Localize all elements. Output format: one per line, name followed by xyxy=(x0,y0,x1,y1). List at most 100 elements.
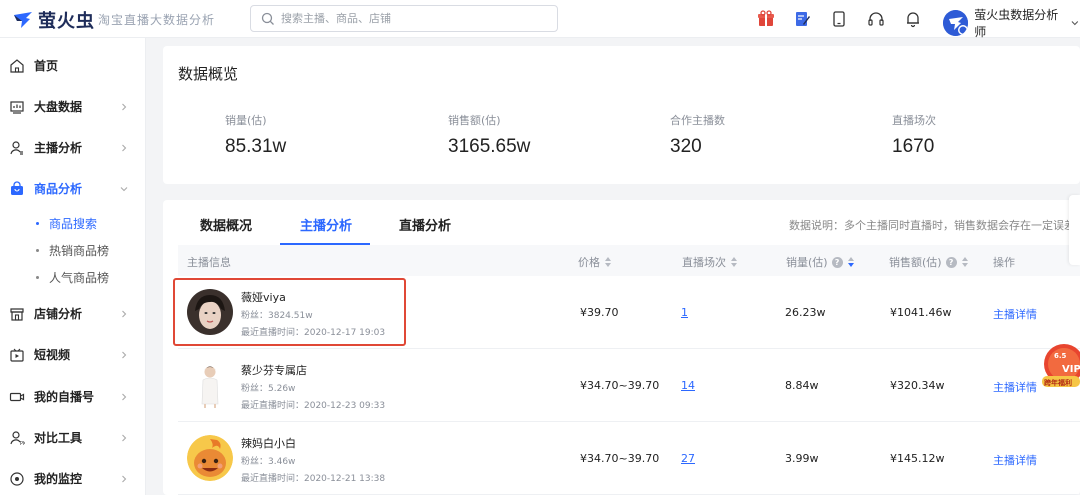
header-label: 直播场次 xyxy=(682,256,726,269)
store-icon xyxy=(10,307,24,321)
sidebar-item-product-analysis[interactable]: 商品分析 xyxy=(0,168,146,209)
svg-text:VIP: VIP xyxy=(1062,364,1080,375)
header-live-sessions[interactable]: 直播场次 xyxy=(682,254,737,270)
highlight-box xyxy=(173,278,406,346)
user-menu[interactable]: 萤火虫数据分析师 xyxy=(943,6,1080,40)
search-box[interactable] xyxy=(250,5,558,32)
overview-title: 数据概览 xyxy=(178,65,239,83)
anchor-avatar[interactable] xyxy=(187,362,233,408)
anchor-name[interactable]: 蔡少芬专属店 xyxy=(241,362,307,378)
bullet-dot xyxy=(36,222,39,225)
header-label: 操作 xyxy=(993,256,1015,269)
tab-live-analysis[interactable]: 直播分析 xyxy=(399,215,451,234)
sidebar-subitem-product-search[interactable]: 商品搜索 xyxy=(0,210,146,237)
stat-sales-amount: 销售额(估) 3165.65w xyxy=(448,112,530,158)
bell-icon[interactable] xyxy=(903,9,923,29)
chevron-right-icon xyxy=(122,310,127,317)
cell-live-sessions-link[interactable]: 27 xyxy=(681,452,695,465)
cell-price: ¥39.70 xyxy=(580,306,619,319)
anchor-detail-link[interactable]: 主播详情 xyxy=(993,306,1037,322)
sort-icon[interactable] xyxy=(605,257,611,267)
sidebar-item-my-monitor[interactable]: 我的监控 xyxy=(0,458,146,495)
anchor-detail-link[interactable]: 主播详情 xyxy=(993,452,1037,468)
stat-label: 合作主播数 xyxy=(670,114,725,127)
anchor-avatar[interactable] xyxy=(187,435,233,481)
logo[interactable]: 萤火虫 xyxy=(12,7,95,33)
sidebar-subitem-hot-products[interactable]: 热销商品榜 xyxy=(0,237,146,264)
header-price[interactable]: 价格 xyxy=(578,254,611,270)
stat-value: 320 xyxy=(670,136,702,157)
sidebar-item-anchor-analysis[interactable]: 主播分析 xyxy=(0,127,146,168)
stat-sales-volume: 销量(估) 85.31w xyxy=(225,112,286,158)
tab-anchor-analysis[interactable]: 主播分析 xyxy=(300,215,352,234)
sort-icon[interactable] xyxy=(847,257,854,267)
user-avatar xyxy=(943,10,969,36)
sidebar-item-market-data[interactable]: 大盘数据 xyxy=(0,86,146,127)
video-icon xyxy=(10,348,24,362)
header-sales-volume[interactable]: 销量(估)? xyxy=(786,254,854,270)
anchor-analysis-card: 数据概况 主播分析 直播分析 数据说明：多个主播同时直播时，销售数据会存在一定误… xyxy=(163,200,1080,495)
logo-slogan: 淘宝直播大数据分析 xyxy=(98,13,216,27)
dashboard-icon xyxy=(10,100,24,114)
data-note: 数据说明：多个主播同时直播时，销售数据会存在一定误差 xyxy=(789,219,1075,232)
stat-label: 直播场次 xyxy=(892,114,936,127)
header-label: 主播信息 xyxy=(187,256,231,269)
user-name: 萤火虫数据分析师 xyxy=(974,8,1059,39)
anchor-name[interactable]: 辣妈白小白 xyxy=(241,435,296,451)
chevron-right-icon xyxy=(122,351,127,358)
vip-promo-badge[interactable]: 6.5 VIP 跨年福利 xyxy=(1040,340,1080,390)
sidebar-subitem-label: 热销商品榜 xyxy=(49,244,110,258)
tablet-icon[interactable] xyxy=(829,9,849,29)
home-icon xyxy=(10,58,24,73)
anchor-fans: 粉丝：3.46w xyxy=(241,457,296,467)
sort-icon[interactable] xyxy=(961,257,968,267)
anchor-last-live: 最近直播时间：2020-12-23 09:33 xyxy=(241,401,386,411)
anchor-fans: 粉丝：5.26w xyxy=(241,384,296,394)
cell-price: ¥34.70~39.70 xyxy=(580,452,660,465)
monitor-icon xyxy=(10,471,24,486)
search-input[interactable] xyxy=(281,12,541,25)
sidebar-subitem-popular-products[interactable]: 人气商品榜 xyxy=(0,264,146,291)
sidebar-item-label: 首页 xyxy=(34,59,59,73)
user-analysis-icon xyxy=(10,140,23,155)
help-icon[interactable]: ? xyxy=(831,256,843,268)
vip-caption: 跨年福利 xyxy=(1044,378,1072,387)
sort-icon[interactable] xyxy=(731,257,737,267)
table-row: 蔡少芬专属店 粉丝：5.26w 最近直播时间：2020-12-23 09:33 … xyxy=(178,349,1080,422)
sidebar-item-store-analysis[interactable]: 店铺分析 xyxy=(0,293,146,334)
anchor-last-live: 最近直播时间：2020-12-21 13:38 xyxy=(241,474,386,484)
sidebar-item-label: 我的自播号 xyxy=(34,390,95,404)
anchor-detail-link[interactable]: 主播详情 xyxy=(993,379,1037,395)
sidebar: 首页 大盘数据 主播分析 商品分析 商品搜索 热销商品榜 人气商品榜 店铺分析 … xyxy=(0,38,146,495)
sidebar-item-label: 店铺分析 xyxy=(34,307,83,321)
sidebar-item-label: 主播分析 xyxy=(34,141,83,155)
tab-data-summary[interactable]: 数据概况 xyxy=(200,215,252,234)
sidebar-item-my-live-account[interactable]: 我的自播号 xyxy=(0,376,146,417)
table-header: 主播信息 价格 直播场次 销量(估)? 销售额(估)? 操作 xyxy=(178,245,1080,276)
sidebar-item-label: 短视频 xyxy=(34,348,71,362)
gift-icon[interactable] xyxy=(756,9,776,29)
cell-sales-volume: 26.23w xyxy=(785,306,826,319)
svg-text:PK: PK xyxy=(20,441,25,446)
cell-live-sessions-link[interactable]: 1 xyxy=(681,306,688,319)
sidebar-item-compare-tool[interactable]: PK 对比工具 xyxy=(0,417,146,458)
stat-value: 3165.65w xyxy=(448,136,531,157)
sidebar-item-short-video[interactable]: 短视频 xyxy=(0,334,146,375)
sidebar-item-label: 大盘数据 xyxy=(34,100,83,114)
side-panel-handle[interactable] xyxy=(1069,195,1080,265)
sidebar-subitem-label: 人气商品榜 xyxy=(49,271,110,285)
svg-text:6.5: 6.5 xyxy=(1054,352,1067,360)
sidebar-subitem-label: 商品搜索 xyxy=(49,217,98,231)
cell-sales-amount: ¥320.34w xyxy=(890,379,945,392)
sidebar-item-home[interactable]: 首页 xyxy=(0,45,146,86)
headset-icon[interactable] xyxy=(866,9,886,29)
bullet-dot xyxy=(36,276,39,279)
cell-sales-amount: ¥1041.46w xyxy=(890,306,952,319)
cell-live-sessions-link[interactable]: 14 xyxy=(681,379,695,392)
edit-doc-icon[interactable] xyxy=(792,9,812,29)
stat-anchor-count: 合作主播数 320 xyxy=(670,112,725,158)
header-label: 销售额(估) xyxy=(889,256,942,269)
help-icon[interactable]: ? xyxy=(945,256,957,268)
live-camera-icon xyxy=(9,392,25,401)
header-sales-amount[interactable]: 销售额(估)? xyxy=(889,254,968,270)
